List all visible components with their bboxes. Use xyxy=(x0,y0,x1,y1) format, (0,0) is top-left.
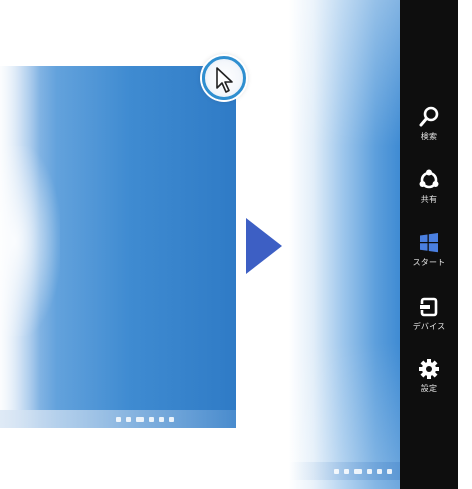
taskbar-notification-area xyxy=(0,410,236,428)
charm-share[interactable]: 共有 xyxy=(400,169,458,205)
tray-network-icon[interactable] xyxy=(354,468,362,474)
hot-corner-highlight xyxy=(202,56,246,100)
tray-volume-icon[interactable] xyxy=(377,468,382,474)
charm-share-label: 共有 xyxy=(420,195,438,204)
charm-search[interactable]: 検索 xyxy=(400,106,458,142)
charm-settings[interactable]: 設定 xyxy=(400,358,458,394)
charm-devices-label: デバイス xyxy=(412,322,446,331)
desktop-wallpaper-glow xyxy=(0,146,60,336)
tray-network-icon[interactable] xyxy=(136,416,144,422)
tray-keyboard-icon[interactable] xyxy=(367,468,372,474)
desktop-corner-view xyxy=(0,66,236,428)
charms-bar: 検索 共有 スタート デバイス 設定 xyxy=(400,0,458,489)
windows-start-icon xyxy=(420,233,438,253)
search-icon xyxy=(419,106,439,127)
tray-keyboard-icon[interactable] xyxy=(149,416,154,422)
tray-volume-icon[interactable] xyxy=(159,416,164,422)
tray-flag-icon[interactable] xyxy=(126,416,131,422)
tray-chevron-icon[interactable] xyxy=(334,468,339,474)
taskbar-notification-area-right xyxy=(289,462,400,480)
desktop-right-edge-view xyxy=(289,0,400,489)
mouse-pointer-icon xyxy=(216,67,233,93)
tray-flag-icon[interactable] xyxy=(344,468,349,474)
charm-start[interactable]: スタート xyxy=(400,232,458,268)
tray-power-icon[interactable] xyxy=(169,416,174,422)
transition-arrow-icon xyxy=(246,218,282,274)
tray-chevron-icon[interactable] xyxy=(116,416,121,422)
devices-icon xyxy=(419,297,438,317)
desktop-wallpaper-sheen xyxy=(289,0,400,489)
share-icon xyxy=(419,169,439,189)
charm-devices[interactable]: デバイス xyxy=(400,296,458,332)
charm-start-label: スタート xyxy=(412,258,446,267)
charm-settings-label: 設定 xyxy=(420,384,438,393)
charm-search-label: 検索 xyxy=(420,132,438,141)
tray-power-icon[interactable] xyxy=(387,468,392,474)
settings-gear-icon xyxy=(419,359,439,379)
